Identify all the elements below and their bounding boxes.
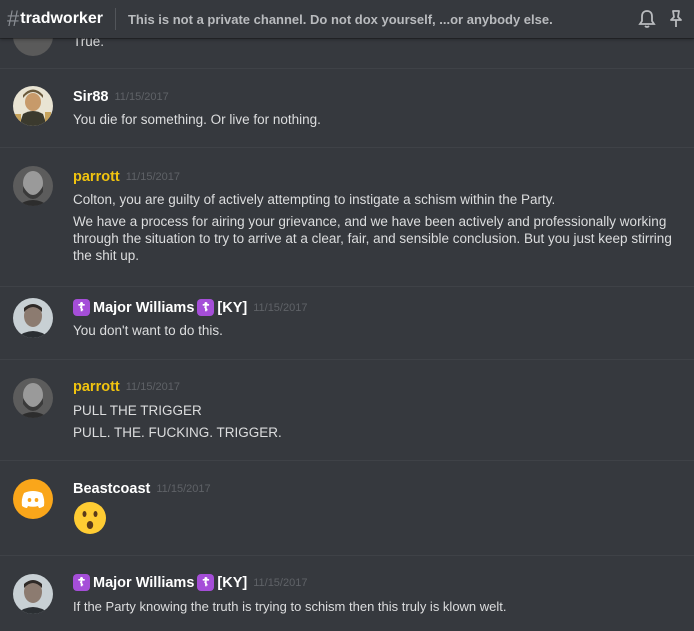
username-tag[interactable]: [KY]: [217, 300, 247, 316]
message-author[interactable]: parrott 11/15/2017: [73, 169, 180, 185]
hushed-face-emoji[interactable]: 😮: [73, 501, 107, 535]
pin-icon[interactable]: [668, 9, 684, 34]
timestamp: 11/15/2017: [114, 91, 169, 103]
message-text: PULL. THE. FUCKING. TRIGGER.: [73, 425, 282, 440]
message-text: You die for something. Or live for nothi…: [73, 112, 321, 127]
message-text: If the Party knowing the truth is trying…: [73, 599, 507, 614]
message-author[interactable]: Sir88 11/15/2017: [73, 89, 169, 105]
discord-default-avatar[interactable]: [13, 479, 53, 519]
message-text: We have a process for airing your grieva…: [73, 214, 672, 263]
bell-icon[interactable]: [638, 9, 656, 34]
header-divider: [114, 8, 116, 30]
timestamp: 11/15/2017: [253, 301, 308, 314]
channel-name[interactable]: tradworker: [20, 10, 103, 28]
message-text: PULL THE TRIGGER: [73, 403, 202, 418]
man-avatar[interactable]: [13, 574, 53, 614]
message-group: parrott 11/15/2017 PULL THE TRIGGER PULL…: [0, 360, 694, 460]
bearded-man-avatar[interactable]: [13, 166, 53, 206]
channel-topic[interactable]: This is not a private channel. Do not do…: [128, 12, 553, 27]
message-list[interactable]: True. Sir88 11/15/2017 You die for somet…: [0, 38, 694, 631]
message-group: Beastcoast 11/15/2017 😮: [0, 461, 694, 555]
orthodox-cross-icon: ☦: [197, 299, 215, 316]
portrait-avatar[interactable]: [13, 86, 53, 126]
message-group: ☦ Major Williams ☦ [KY] 11/15/2017 You d…: [0, 287, 694, 359]
man-avatar[interactable]: [13, 298, 53, 338]
username[interactable]: Major Williams: [93, 575, 194, 591]
message-text: True.: [73, 38, 105, 49]
timestamp: 11/15/2017: [125, 171, 180, 183]
channel-header: # tradworker This is not a private chann…: [0, 0, 694, 38]
timestamp: 11/15/2017: [253, 576, 308, 589]
message-group: ☦ Major Williams ☦ [KY] 11/15/2017 If th…: [0, 556, 694, 631]
message-text: You don't want to do this.: [73, 323, 223, 338]
username[interactable]: Sir88: [73, 89, 108, 105]
username[interactable]: parrott: [73, 379, 120, 395]
username-tag[interactable]: [KY]: [217, 575, 247, 591]
message-author[interactable]: Beastcoast 11/15/2017: [73, 481, 211, 497]
orthodox-cross-icon: ☦: [197, 574, 215, 591]
message-group: parrott 11/15/2017 Colton, you are guilt…: [0, 148, 694, 286]
orthodox-cross-icon: ☦: [73, 574, 90, 591]
username[interactable]: parrott: [73, 169, 120, 185]
username[interactable]: Major Williams: [93, 300, 194, 316]
channel-hash-icon: #: [7, 6, 20, 31]
message-author[interactable]: parrott 11/15/2017: [73, 379, 180, 395]
timestamp: 11/15/2017: [156, 483, 211, 495]
username[interactable]: Beastcoast: [73, 481, 150, 497]
timestamp: 11/15/2017: [125, 381, 180, 393]
message-author[interactable]: ☦ Major Williams ☦ [KY] 11/15/2017: [73, 299, 307, 316]
message-text: Colton, you are guilty of actively attem…: [73, 192, 556, 207]
message-author[interactable]: ☦ Major Williams ☦ [KY] 11/15/2017: [73, 574, 307, 591]
message-group: Sir88 11/15/2017 You die for something. …: [0, 68, 694, 148]
orthodox-cross-icon: ☦: [73, 299, 90, 316]
bearded-man-avatar[interactable]: [13, 378, 53, 418]
avatar: [13, 38, 53, 56]
previous-message-fragment: True.: [0, 38, 694, 68]
